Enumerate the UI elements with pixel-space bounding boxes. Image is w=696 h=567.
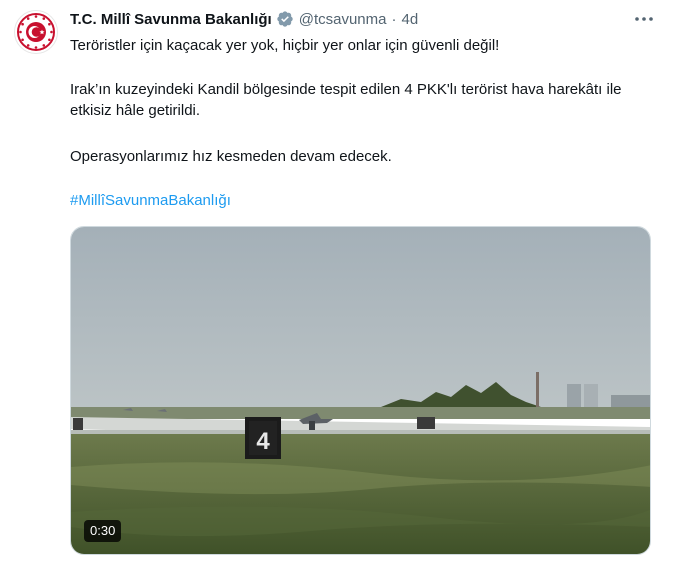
verified-badge-icon[interactable] xyxy=(276,10,294,28)
avatar[interactable] xyxy=(14,10,58,54)
hashtag-link[interactable]: #MillîSavunmaBakanlığı xyxy=(70,190,231,211)
ministry-emblem-icon xyxy=(17,13,55,51)
author-handle[interactable]: @tcsavunma xyxy=(299,11,387,28)
runway-sign-number: 4 xyxy=(256,428,270,455)
more-options-icon xyxy=(635,17,653,21)
more-options-button[interactable] xyxy=(632,8,656,30)
timestamp[interactable]: 4d xyxy=(401,11,418,28)
tweet-header: T.C. Millî Savunma Bakanlığı @tcsavunma … xyxy=(70,9,656,29)
video-frame: 4 xyxy=(71,227,650,554)
tweet-text-line-2: Irak’ın kuzeyindeki Kandil bölgesinde te… xyxy=(70,81,622,119)
tweet-video[interactable]: 4 0:30 xyxy=(70,226,651,555)
video-duration-badge: 0:30 xyxy=(84,520,122,542)
tweet-text-line-3: Operasyonlarımız hız kesmeden devam edec… xyxy=(70,148,392,165)
separator-dot: · xyxy=(391,10,397,28)
author-name[interactable]: T.C. Millî Savunma Bakanlığı xyxy=(70,11,272,28)
tweet-text-line-1: Teröristler için kaçacak yer yok, hiçbir… xyxy=(70,37,500,54)
